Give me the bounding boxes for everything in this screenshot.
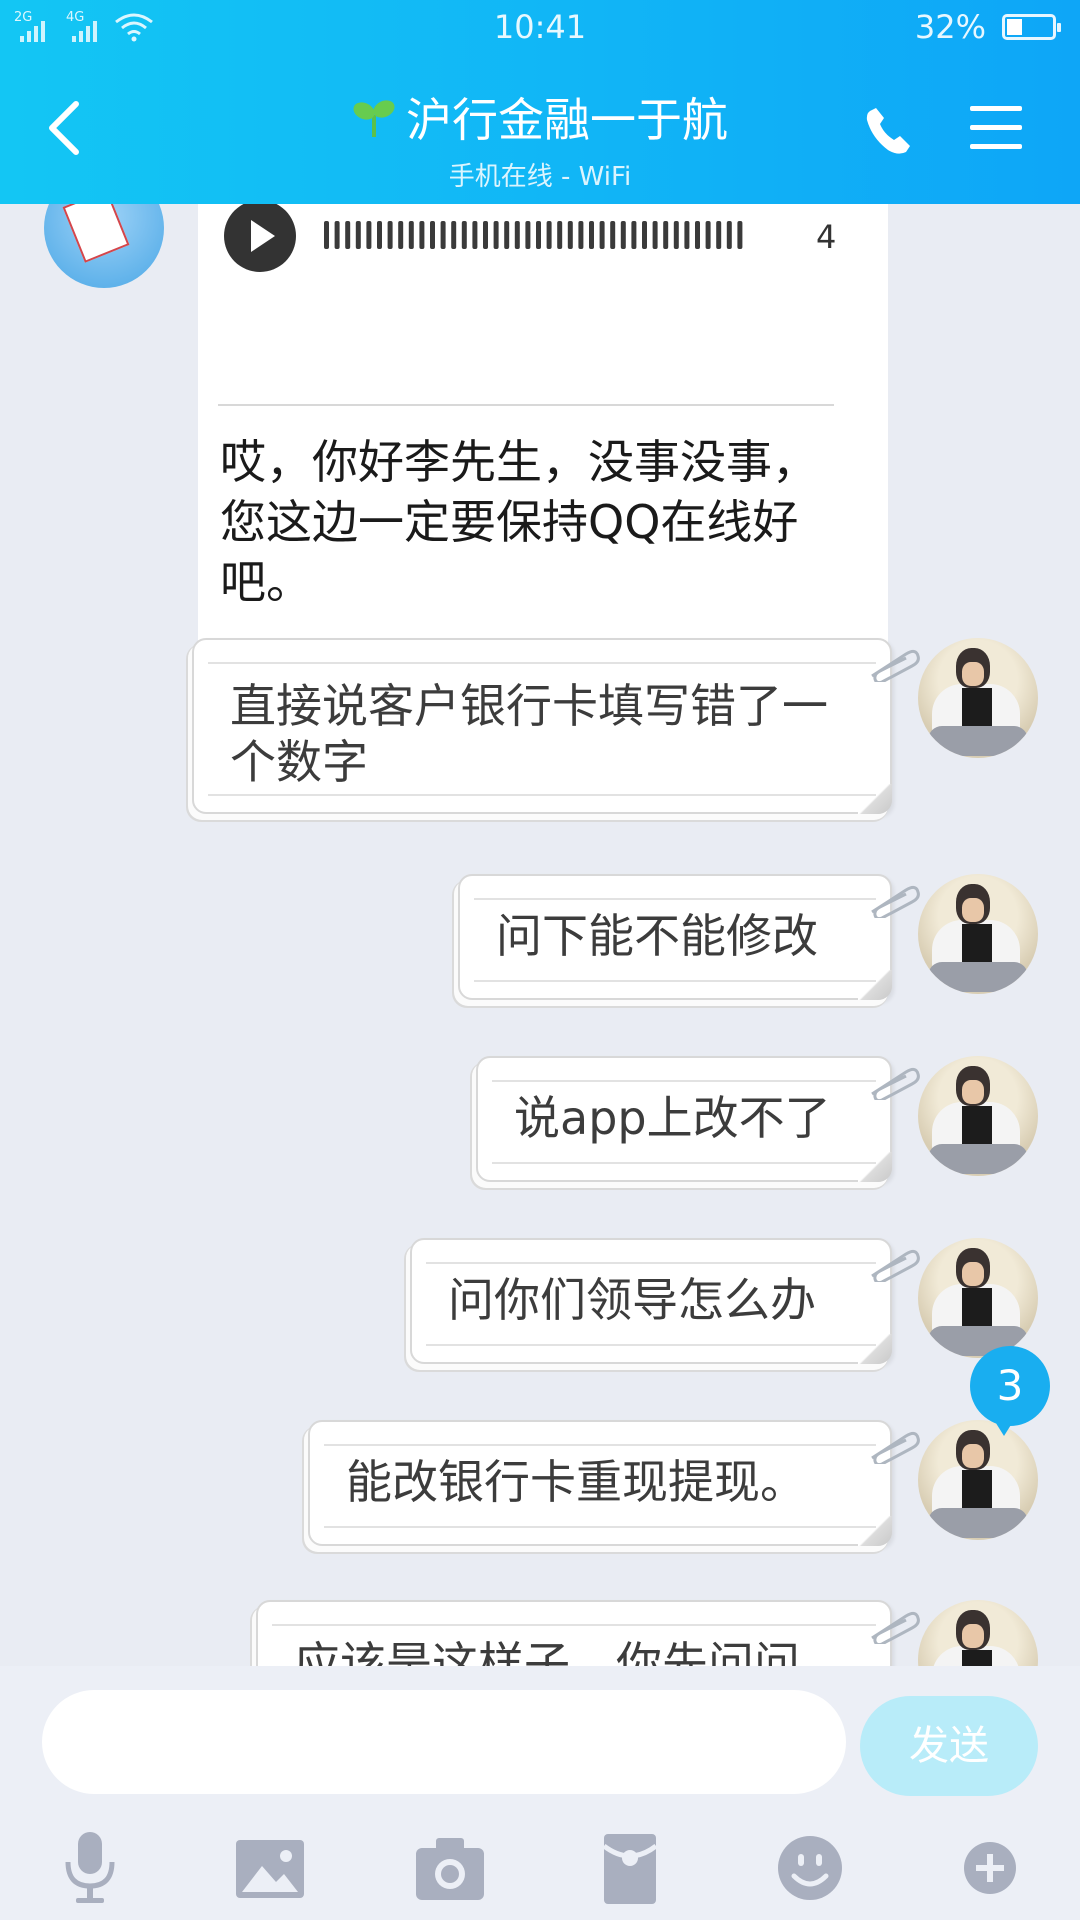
chat-header: 2G 4G 10:41 32% 沪行金融一于航 手机在线 - WiFi [0,0,1080,204]
page-curl [858,1516,892,1546]
waveform-bar [355,221,361,249]
user-avatar[interactable] [918,1056,1038,1176]
microphone-icon[interactable] [42,1826,138,1910]
waveform-bar [440,221,446,249]
plus-icon[interactable] [942,1826,1038,1910]
waveform-bar [578,221,584,249]
waveform-bar [695,221,700,249]
waveform-bar [472,221,478,249]
waveform-bar [652,221,658,249]
waveform-bar [737,221,743,249]
waveform-bar [408,221,414,249]
waveform-bar [398,221,404,249]
waveform-bar [419,221,425,249]
waveform-bar [324,221,329,249]
waveform-icon [324,221,743,249]
waveform-bar [504,221,510,249]
play-icon[interactable] [224,204,296,272]
page-curl [858,970,892,1000]
online-status: 手机在线 - WiFi [448,162,632,192]
phone-call-icon[interactable] [862,104,916,158]
waveform-bar [461,221,467,249]
menu-icon[interactable] [970,106,1022,150]
red-packet-icon[interactable] [582,1826,678,1910]
waveform-bar [345,221,351,249]
waveform-bar [726,221,732,249]
message-input[interactable] [42,1690,846,1794]
user-avatar[interactable] [918,874,1038,994]
paperclip-icon [871,885,920,918]
waveform-bar [366,221,372,249]
page-curl [858,1334,892,1364]
message-text: 直接说客户银行卡填写错了一个数字 [230,679,828,789]
composer-toolbar [0,1816,1080,1920]
status-bar: 2G 4G 10:41 32% [0,0,1080,56]
message-text: 应该是这样子，你先问问 [294,1637,800,1666]
divider [218,404,834,406]
waveform-bar [546,221,552,249]
battery-icon [1002,14,1061,40]
chat-title-block[interactable]: 沪行金融一于航 手机在线 - WiFi [0,84,1080,193]
voice-duration: 4 [816,218,837,256]
camera-icon[interactable] [402,1826,498,1910]
contact-avatar[interactable] [44,204,164,288]
paperclip-icon [871,1067,920,1100]
message-bubble[interactable]: 能改银行卡重现提现。 [308,1420,892,1546]
waveform-bar [483,221,488,249]
user-avatar[interactable] [918,1600,1038,1666]
user-avatar[interactable] [918,638,1038,758]
waveform-bar [610,221,616,249]
unread-count-badge[interactable]: 3 [970,1346,1050,1436]
message-bubble[interactable]: 问你们领导怎么办 [410,1238,892,1364]
page-curl [858,784,892,814]
waveform-bar [334,221,340,249]
waveform-bar [663,221,669,249]
waveform-bar [557,221,563,249]
chat-title: 沪行金融一于航 [406,93,728,147]
waveform-bar [567,221,573,249]
waveform-bar [589,221,594,249]
waveform-bar [631,221,637,249]
waveform-bar [514,221,520,249]
message-text: 问下能不能修改 [496,909,818,963]
waveform-bar [705,221,711,249]
message-text: 能改银行卡重现提现。 [346,1455,806,1509]
waveform-bar [599,221,605,249]
battery-percent: 32% [914,8,986,46]
page-curl [858,1152,892,1182]
waveform-bar [525,221,531,249]
waveform-bar [684,221,690,249]
message-bubble[interactable]: 说app上改不了 [476,1056,892,1182]
emoji-icon[interactable] [762,1826,858,1910]
message-text: 说app上改不了 [514,1091,831,1145]
paperclip-icon [871,1249,920,1282]
paperclip-icon [871,1431,920,1464]
user-avatar[interactable] [918,1420,1038,1540]
message-bubble[interactable]: 问下能不能修改 [458,874,892,1000]
paperclip-icon [871,1611,920,1644]
sprout-icon [353,100,395,137]
waveform-bar [716,221,722,249]
waveform-bar [536,221,541,249]
waveform-bar [620,221,626,249]
message-text: 问你们领导怎么办 [448,1273,816,1327]
paperclip-icon [871,649,920,682]
waveform-bar [387,221,393,249]
image-icon[interactable] [222,1826,318,1910]
user-avatar[interactable] [918,1238,1038,1358]
composer: 发送 [0,1666,1080,1920]
waveform-bar [673,221,679,249]
message-bubble[interactable]: 应该是这样子，你先问问 [256,1600,892,1666]
message-bubble[interactable]: 直接说客户银行卡填写错了一个数字 [192,638,892,814]
waveform-bar [493,221,499,249]
waveform-bar [430,221,435,249]
send-button[interactable]: 发送 [860,1696,1038,1796]
chat-message-list[interactable]: 4 哎，你好李先生，没事没事，您这边一定要保持QQ在线好吧。 直接说客户银行卡填… [0,204,1080,1666]
waveform-bar [451,221,457,249]
waveform-bar [642,221,647,249]
waveform-bar [377,221,382,249]
voice-transcript: 哎，你好李先生，没事没事，您这边一定要保持QQ在线好吧。 [220,435,818,609]
